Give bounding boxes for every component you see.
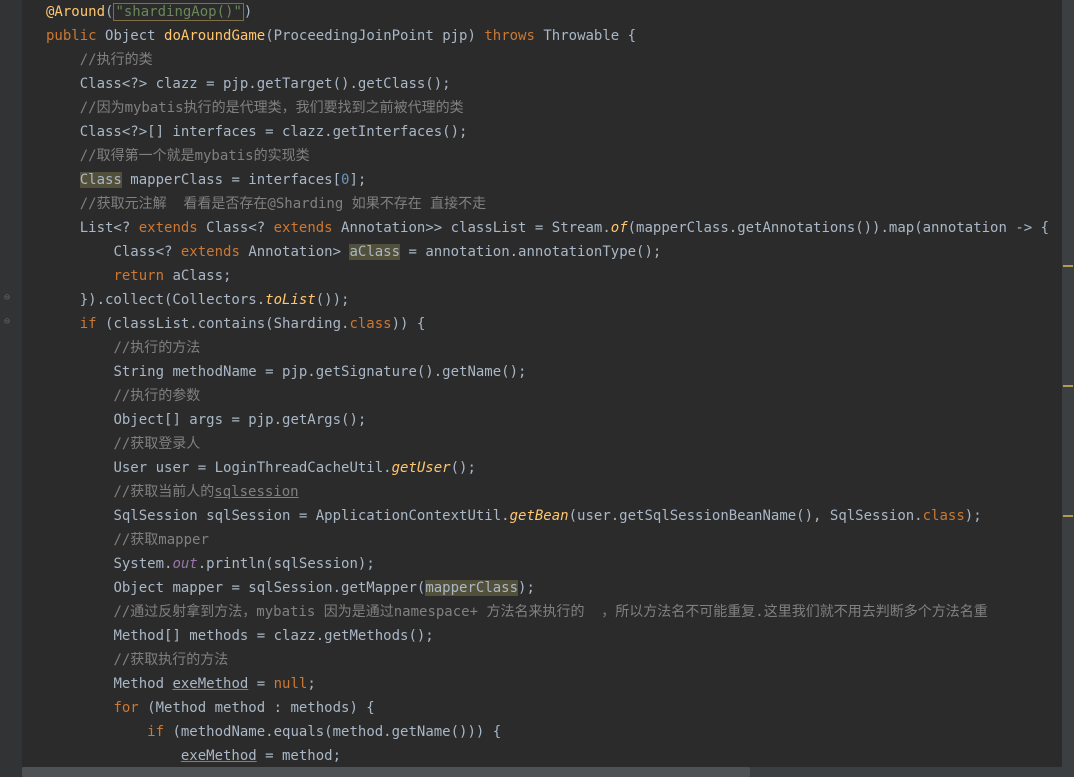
warning-marker[interactable] <box>1063 515 1073 517</box>
code-editor[interactable]: ⊖ ⊖ @Around("shardingAop()") public Obje… <box>0 0 1074 777</box>
method-name: doAroundGame <box>164 28 265 44</box>
overview-ruler[interactable] <box>1062 0 1074 777</box>
comment: //执行的参数 <box>113 388 200 404</box>
annotation: @Around <box>46 4 105 20</box>
string-literal: "shardingAop()" <box>113 3 243 21</box>
comment: //执行的类 <box>80 52 153 68</box>
fold-mark-icon[interactable]: ⊖ <box>4 292 14 302</box>
horizontal-scrollbar[interactable] <box>22 767 1062 777</box>
horizontal-scrollbar-thumb[interactable] <box>22 767 750 777</box>
comment: //执行的方法 <box>113 340 200 356</box>
fold-mark-icon[interactable]: ⊖ <box>4 316 14 326</box>
comment: //获取mapper <box>113 532 208 548</box>
warning-marker[interactable] <box>1063 385 1073 387</box>
comment: //获取元注解 看看是否存在@Sharding 如果不存在 直接不走 <box>80 196 486 212</box>
inline-variable-warning: aClass <box>349 244 400 260</box>
comment: //因为mybatis执行的是代理类，我们要找到之前被代理的类 <box>80 100 464 116</box>
editor-gutter: ⊖ ⊖ <box>0 0 22 777</box>
code-content[interactable]: @Around("shardingAop()") public Object d… <box>22 0 1074 777</box>
comment: //通过反射拿到方法，mybatis 因为是通过namespace+ 方法名来执… <box>113 604 987 620</box>
raw-type-warning: Class <box>80 172 122 188</box>
typo-underline: sqlsession <box>214 484 298 500</box>
unchecked-warning: mapperClass <box>425 580 518 596</box>
comment: //取得第一个就是mybatis的实现类 <box>80 148 310 164</box>
comment: //获取登录人 <box>113 436 200 452</box>
warning-marker[interactable] <box>1063 265 1073 267</box>
comment: //获取执行的方法 <box>113 652 228 668</box>
